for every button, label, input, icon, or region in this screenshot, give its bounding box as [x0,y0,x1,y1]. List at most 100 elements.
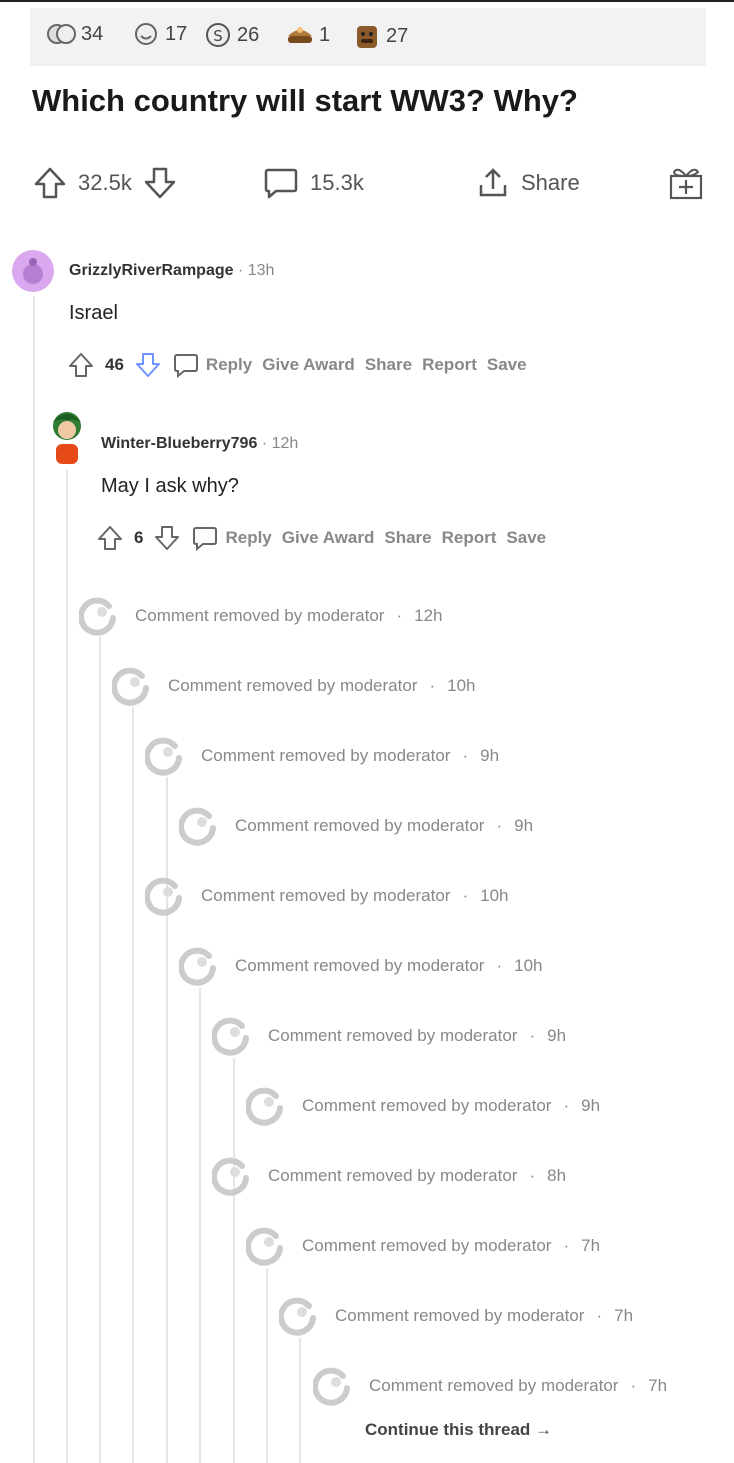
award-item[interactable]: S 26 [203,22,259,48]
share-icon [479,168,507,197]
award-item[interactable]: 34 [47,22,103,46]
comment-author-line: GrizzlyRiverRampage · 13h [69,262,274,280]
user-avatar-icon [23,258,43,284]
removed-label: Comment removed by moderator [235,816,485,835]
removed-avatar-icon [145,737,182,776]
upvote-icon[interactable] [96,524,124,552]
removed-label: Comment removed by moderator [235,956,485,975]
comment-time: 7h [648,1376,668,1395]
downvote-icon[interactable] [134,351,162,379]
comment-separator: · [630,1376,637,1395]
top-border [0,0,734,2]
reply-button[interactable]: Reply [191,525,272,551]
give-award-button[interactable]: Give Award [262,355,355,375]
award-bear-icon [357,26,377,48]
avatar[interactable] [47,408,87,466]
avatar[interactable] [12,250,54,292]
comment-time: 9h [581,1096,601,1115]
comment-body: May I ask why? [101,475,239,497]
removed-label: Comment removed by moderator [268,1026,518,1045]
removed-label: Comment removed by moderator [369,1376,619,1395]
removed-avatar-icon [246,1227,283,1266]
comment-separator: · [261,435,268,452]
removed-avatar-icon [279,1297,316,1336]
share-label: Share [521,170,580,195]
comment-author-line: Winter-Blueberry796 · 12h [101,435,298,453]
post-score: 32.5k [78,170,132,195]
save-button[interactable]: Save [506,528,546,548]
downvote-icon[interactable] [153,524,181,552]
comment-separator: · [496,956,503,975]
comment-score: 6 [134,528,144,547]
comment-separator: · [396,606,403,625]
removed-comment[interactable]: Comment removed by moderator · 9h [145,736,499,776]
comment-username[interactable]: GrizzlyRiverRampage [69,262,234,279]
removed-comment[interactable]: Comment removed by moderator · 8h [212,1156,566,1196]
award-item[interactable]: 17 [131,22,187,46]
comment-body: Israel [69,302,118,324]
award-item[interactable]: 1 [285,22,330,48]
removed-comment[interactable]: Comment removed by moderator · 10h [112,666,475,706]
removed-label: Comment removed by moderator [135,606,385,625]
thread-line[interactable] [266,1268,268,1463]
comment-time: 9h [514,816,534,835]
continue-thread-link[interactable]: Continue this thread → [365,1420,552,1440]
comment-time: 10h [514,956,543,975]
removed-comment[interactable]: Comment removed by moderator · 10h [145,876,508,916]
award-count: 17 [165,22,188,45]
comment-time: 10h [447,676,476,695]
comment-time: 9h [547,1026,567,1045]
give-award-button[interactable]: Give Award [282,528,375,548]
comments-button[interactable]: 15.3k [262,163,364,203]
thread-line[interactable] [233,1058,235,1463]
removed-avatar-icon [79,597,116,636]
removed-comment[interactable]: Comment removed by moderator · 10h [179,946,542,986]
comment-separator: · [462,746,469,765]
thread-line[interactable] [99,637,101,1463]
share-button[interactable]: Share [384,528,431,548]
thread-line[interactable] [132,707,134,1463]
removed-label: Comment removed by moderator [168,676,418,695]
award-count: 1 [319,23,331,46]
removed-label: Comment removed by moderator [201,886,451,905]
upvote-icon[interactable] [67,351,95,379]
comment-time: 9h [480,746,500,765]
comment-username[interactable]: Winter-Blueberry796 [101,435,257,452]
reply-icon [173,354,198,378]
share-button[interactable]: Share [365,355,412,375]
removed-label: Comment removed by moderator [335,1306,585,1325]
downvote-icon[interactable] [142,165,178,201]
removed-avatar-icon [112,667,149,706]
comment-separator: · [496,816,503,835]
upvote-icon[interactable] [32,165,68,201]
award-count: 34 [81,22,104,45]
save-button[interactable]: Save [487,355,527,375]
award-item[interactable]: 27 [352,22,408,50]
thread-line[interactable] [299,1338,301,1463]
removed-comment[interactable]: Comment removed by moderator · 9h [179,806,533,846]
removed-comment[interactable]: Comment removed by moderator · 7h [279,1296,633,1336]
removed-comment[interactable]: Comment removed by moderator · 7h [246,1226,600,1266]
comment-separator: · [462,886,469,905]
removed-avatar-icon [212,1157,249,1196]
user-avatar-icon [53,412,81,464]
removed-avatar-icon [145,877,182,916]
removed-label: Comment removed by moderator [302,1236,552,1255]
removed-comment[interactable]: Comment removed by moderator · 9h [212,1016,566,1056]
svg-text:S: S [213,27,223,45]
award-faces-icon [47,24,76,44]
removed-comment[interactable]: Comment removed by moderator · 7h [313,1366,667,1406]
thread-line[interactable] [199,988,201,1463]
thread-line[interactable] [66,470,68,1463]
thread-line[interactable] [33,296,35,1463]
share-button[interactable]: Share [475,163,580,203]
vote-box: 32.5k [32,163,178,203]
gift-award-icon[interactable] [666,164,706,202]
removed-avatar-icon [313,1367,350,1406]
report-button[interactable]: Report [422,355,477,375]
removed-comment[interactable]: Comment removed by moderator · 9h [246,1086,600,1126]
reply-button[interactable]: Reply [172,352,252,378]
report-button[interactable]: Report [442,528,497,548]
award-count: 26 [237,23,260,46]
removed-comment[interactable]: Comment removed by moderator · 12h [79,596,442,636]
